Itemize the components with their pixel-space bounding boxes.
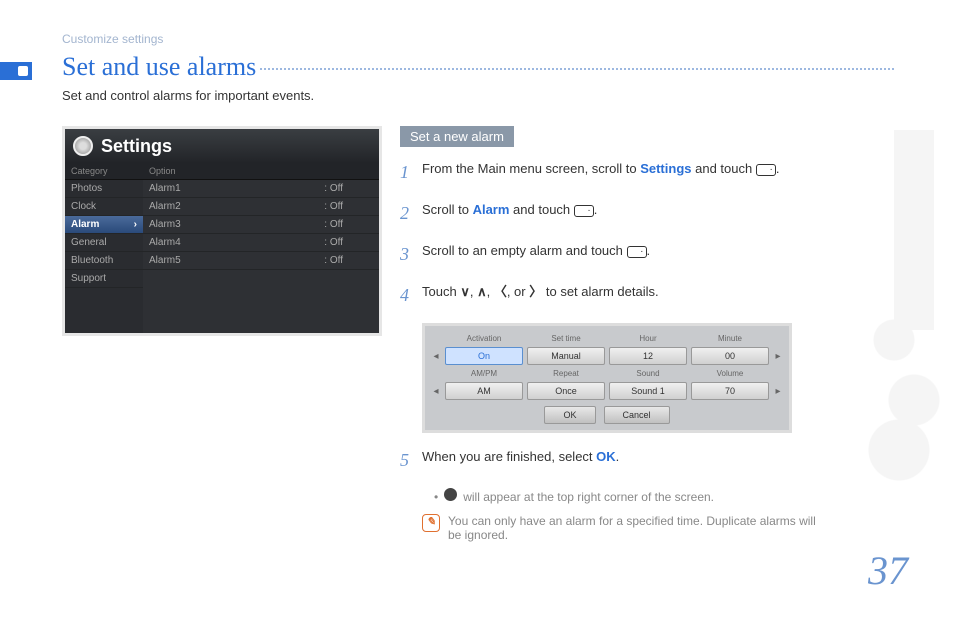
step-number: 1 (400, 159, 422, 186)
option-header: Option (143, 163, 379, 180)
side-tab-icon (0, 62, 32, 80)
ad-value-activation: On (445, 347, 523, 365)
enter-button-icon (627, 246, 647, 258)
arrow-right-icon: ▸ (771, 351, 785, 362)
page-subtitle: Set and control alarms for important eve… (62, 88, 314, 103)
enter-button-icon (756, 164, 776, 176)
cancel-button: Cancel (604, 406, 670, 424)
bullet-note: • will appear at the top right corner of… (434, 488, 830, 504)
option-row: Alarm3: Off (143, 216, 379, 234)
settings-header: Settings (65, 129, 379, 163)
ad-value-volume: 70 (691, 382, 769, 400)
ad-label: Activation (443, 332, 525, 345)
clock-icon (73, 136, 93, 156)
note-icon: ✎ (422, 514, 440, 532)
category-support: Support (65, 270, 143, 288)
category-clock: Clock (65, 198, 143, 216)
option-column: Option Alarm1: Off Alarm2: Off Alarm3: O… (143, 163, 379, 333)
category-header: Category (65, 163, 143, 180)
step-number: 5 (400, 447, 422, 474)
ad-label: AM/PM (443, 367, 525, 380)
ad-label: Set time (525, 332, 607, 345)
chevron-down-icon: ∨ (460, 284, 470, 299)
arrow-right-icon: ▸ (771, 386, 785, 397)
step-number: 2 (400, 200, 422, 227)
arrow-left-icon: ◂ (429, 386, 443, 397)
ad-value-settime: Manual (527, 347, 605, 365)
option-row: Alarm5: Off (143, 252, 379, 270)
ad-value-minute: 00 (691, 347, 769, 365)
category-general: General (65, 234, 143, 252)
option-row: Alarm1: Off (143, 180, 379, 198)
chevron-right-icon: 〉 (529, 284, 542, 299)
ad-value-repeat: Once (527, 382, 605, 400)
ok-button: OK (544, 406, 595, 424)
chevron-up-icon: ∧ (477, 284, 487, 299)
page-number: 37 (868, 547, 908, 594)
enter-button-icon (574, 205, 594, 217)
alarm-detail-panel: Activation Set time Hour Minute ◂ On Man… (422, 323, 792, 433)
ad-label: Minute (689, 332, 771, 345)
ad-value-sound: Sound 1 (609, 382, 687, 400)
option-row: Alarm2: Off (143, 198, 379, 216)
step-4: 4 Touch ∨, ∧, 〈, or 〉 to set alarm detai… (400, 282, 830, 309)
ad-value-hour: 12 (609, 347, 687, 365)
page-title: Set and use alarms (62, 52, 256, 82)
category-bluetooth: Bluetooth (65, 252, 143, 270)
step-5: 5 When you are finished, select OK. (400, 447, 830, 474)
decorative-silhouette (844, 100, 954, 530)
step-number: 3 (400, 241, 422, 268)
note-box: ✎ You can only have an alarm for a speci… (422, 514, 830, 542)
step-number: 4 (400, 282, 422, 309)
settings-screenshot: Settings Category Photos Clock Alarm Gen… (62, 126, 382, 336)
arrow-left-icon: ◂ (429, 351, 443, 362)
category-alarm: Alarm (65, 216, 143, 234)
option-row: Alarm4: Off (143, 234, 379, 252)
step-2: 2 Scroll to Alarm and touch . (400, 200, 830, 227)
title-dotted-rule (260, 68, 894, 70)
ad-label: Hour (607, 332, 689, 345)
clock-indicator-icon (444, 488, 457, 501)
ad-label: Sound (607, 367, 689, 380)
category-photos: Photos (65, 180, 143, 198)
ad-label: Repeat (525, 367, 607, 380)
section-heading: Set a new alarm (400, 126, 514, 147)
category-column: Category Photos Clock Alarm General Blue… (65, 163, 143, 333)
step-1: 1 From the Main menu screen, scroll to S… (400, 159, 830, 186)
ad-value-ampm: AM (445, 382, 523, 400)
chevron-left-icon: 〈 (494, 284, 507, 299)
settings-title: Settings (101, 136, 172, 157)
ad-label: Volume (689, 367, 771, 380)
breadcrumb: Customize settings (62, 32, 163, 46)
step-3: 3 Scroll to an empty alarm and touch . (400, 241, 830, 268)
